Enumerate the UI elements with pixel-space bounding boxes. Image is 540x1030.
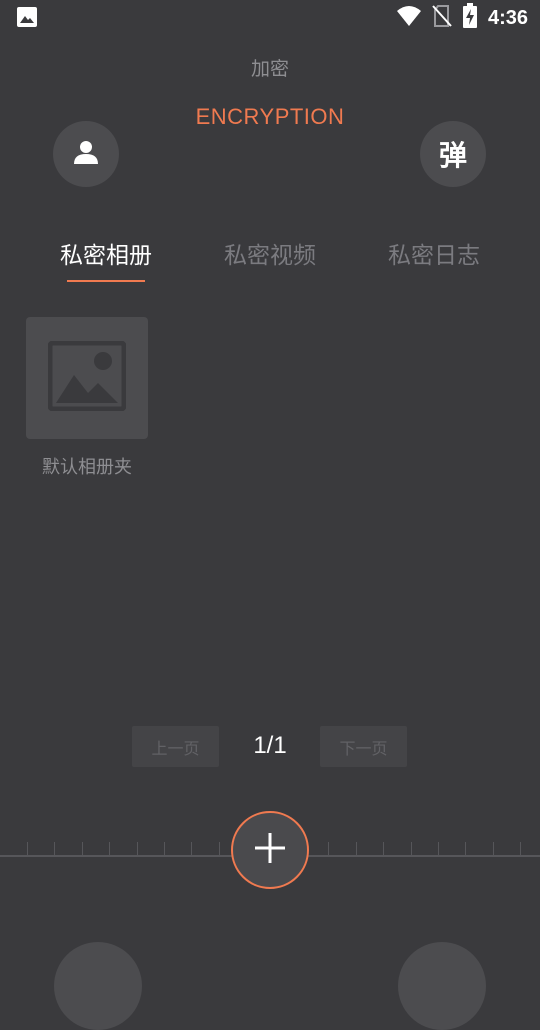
- page-indicator: 1/1: [253, 732, 287, 759]
- ruler-tick: [219, 842, 220, 855]
- ruler-tick: [164, 842, 165, 855]
- ruler-tick: [438, 842, 439, 855]
- bottom-left-button[interactable]: [54, 942, 142, 1030]
- ruler-tick: [137, 842, 138, 855]
- popup-button-label: 弹: [438, 139, 467, 172]
- ruler-tick: [356, 842, 357, 855]
- ruler-tick: [191, 842, 192, 855]
- ruler-tick: [493, 842, 494, 855]
- image-placeholder-icon: [47, 340, 127, 415]
- bottom-right-button[interactable]: [398, 942, 486, 1030]
- user-icon: [72, 138, 100, 170]
- next-page-button[interactable]: 下一页: [320, 726, 407, 767]
- plus-icon: [253, 831, 287, 869]
- prev-page-button[interactable]: 上一页: [132, 726, 219, 767]
- ruler-tick: [465, 842, 466, 855]
- ruler-tick: [383, 842, 384, 855]
- album-label: 默认相册夹: [42, 457, 132, 478]
- ruler-tick: [109, 842, 110, 855]
- user-button[interactable]: [53, 121, 119, 187]
- wifi-icon: [396, 5, 422, 31]
- tab-bar: 私密相册 私密视频 私密日志: [0, 230, 540, 290]
- tab-private-video[interactable]: 私密视频: [200, 236, 340, 270]
- pagination: 上一页 1/1 下一页: [0, 726, 540, 768]
- no-sim-icon: [432, 4, 452, 32]
- tab-indicator: [67, 280, 145, 282]
- popup-button[interactable]: 弹: [420, 121, 486, 187]
- ruler-tick: [520, 842, 521, 855]
- ruler-tick: [27, 842, 28, 855]
- battery-charging-icon: [462, 3, 478, 33]
- ruler-tick: [54, 842, 55, 855]
- ruler-tick: [328, 842, 329, 855]
- status-bar: 4:36: [0, 0, 540, 36]
- tab-private-diary[interactable]: 私密日志: [364, 236, 504, 270]
- ruler-tick: [82, 842, 83, 855]
- image-icon: [16, 6, 38, 28]
- page-subtitle: 加密: [250, 58, 289, 80]
- ruler-tick: [411, 842, 412, 855]
- tab-private-album[interactable]: 私密相册: [36, 236, 176, 270]
- album-item[interactable]: 默认相册夹: [26, 317, 148, 479]
- add-button[interactable]: [231, 811, 309, 889]
- status-time: 4:36: [487, 6, 528, 29]
- album-thumbnail[interactable]: [26, 317, 148, 439]
